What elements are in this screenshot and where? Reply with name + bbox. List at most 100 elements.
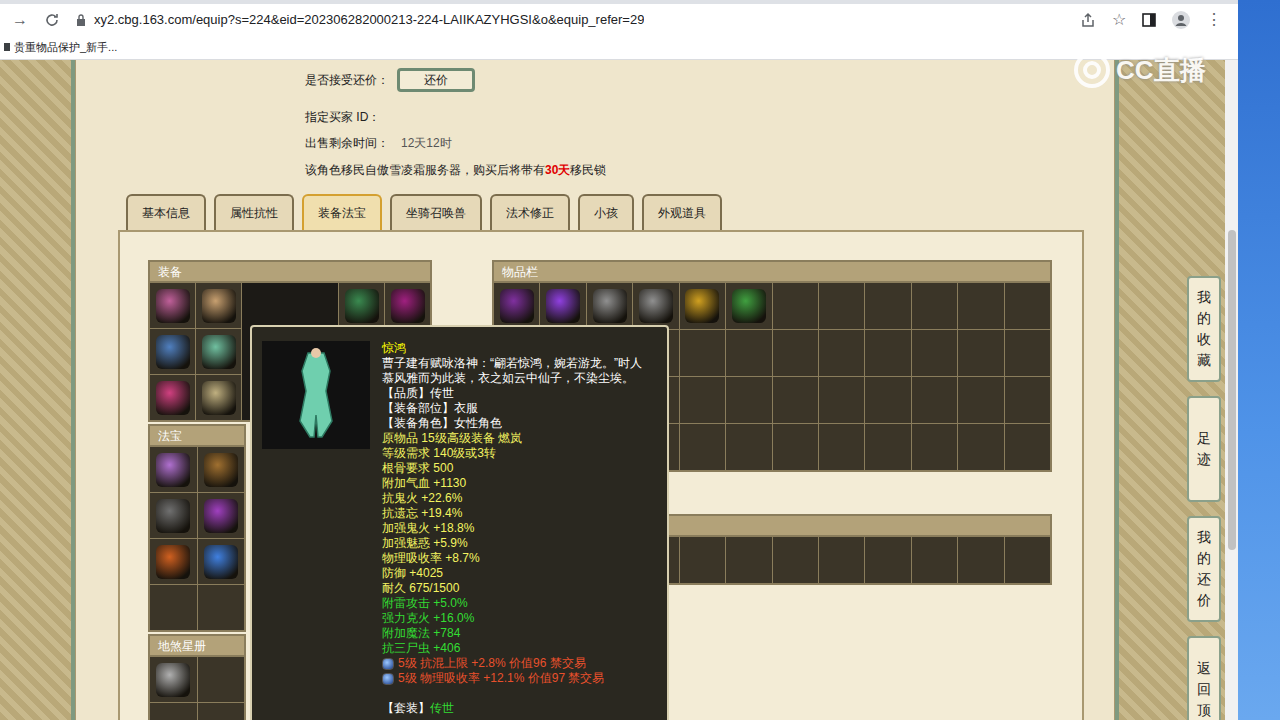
- tab[interactable]: 法术修正: [490, 194, 570, 230]
- item-slot: [150, 703, 197, 720]
- tab[interactable]: 外观道具: [642, 194, 722, 230]
- item-slot: [773, 377, 818, 423]
- item-slot[interactable]: [150, 329, 195, 374]
- tooltip-line: 附雷攻击 +5.0%: [382, 596, 642, 611]
- side-button[interactable]: 返回顶: [1187, 636, 1221, 720]
- item-icon: [204, 453, 238, 487]
- side-button[interactable]: 我的还价: [1187, 516, 1221, 622]
- reload-icon[interactable]: [44, 12, 60, 28]
- tooltip-line: 强力克火 +16.0%: [382, 611, 642, 626]
- item-slot[interactable]: [196, 283, 241, 328]
- item-slot[interactable]: [339, 283, 384, 328]
- item-icon: [202, 289, 236, 323]
- item-slot[interactable]: [494, 283, 539, 329]
- tooltip-line: 【装备角色】女性角色: [382, 416, 642, 431]
- item-slot: [198, 657, 245, 702]
- tooltip-line: 5级 抗混上限 +2.8% 价值96 禁交易: [382, 656, 642, 671]
- star-icon[interactable]: ☆: [1112, 8, 1126, 32]
- item-icon: [156, 663, 190, 697]
- forward-icon[interactable]: →: [12, 8, 28, 32]
- item-slot: [865, 283, 910, 329]
- item-slot[interactable]: [587, 283, 632, 329]
- item-slot[interactable]: [198, 539, 245, 584]
- item-slot[interactable]: [196, 329, 241, 374]
- item-slot: [912, 283, 957, 329]
- bookmark[interactable]: 贵重物品保护_新手...: [4, 39, 117, 56]
- share-icon[interactable]: [1080, 12, 1096, 28]
- item-slot[interactable]: [198, 493, 245, 538]
- profile-icon[interactable]: [1172, 11, 1190, 29]
- item-slot: [819, 377, 864, 423]
- tooltip-line: 慕风雅而为此装，衣之如云中仙子，不染尘埃。: [382, 371, 642, 386]
- item-slot: [680, 330, 725, 376]
- scrollbar-thumb[interactable]: [1228, 230, 1236, 550]
- item-slot: [958, 537, 1003, 583]
- page: 是否接受还价：还价指定买家 ID：出售剩余时间：12天12时该角色移民自傲雪凌霜…: [0, 60, 1238, 720]
- tab[interactable]: 小孩: [578, 194, 634, 230]
- item-icon: [685, 289, 719, 323]
- panel-header: 物品栏: [493, 261, 1051, 282]
- item-icon: [202, 335, 236, 369]
- item-slot: [726, 330, 771, 376]
- item-slot[interactable]: [198, 447, 245, 492]
- item-tooltip: 惊鸿曹子建有赋咏洛神：“翩若惊鸿，婉若游龙。”时人慕风雅而为此装，衣之如云中仙子…: [250, 325, 669, 720]
- tab[interactable]: 基本信息: [126, 194, 206, 230]
- bargain-button[interactable]: 还价: [397, 68, 475, 92]
- fabao-grid: [149, 446, 245, 631]
- item-slot: [726, 424, 771, 470]
- item-slot[interactable]: [150, 493, 197, 538]
- item-slot: [819, 283, 864, 329]
- item-icon: [593, 289, 627, 323]
- tab[interactable]: 属性抗性: [214, 194, 294, 230]
- item-icon: [156, 499, 190, 533]
- panel-header: 装备: [149, 261, 431, 282]
- item-slot[interactable]: [196, 375, 241, 420]
- item-slot: [958, 424, 1003, 470]
- tooltip-line: 附加气血 +1130: [382, 476, 642, 491]
- item-slot: [726, 537, 771, 583]
- folder-icon: [4, 43, 10, 51]
- side-button[interactable]: 我的收藏: [1187, 276, 1221, 382]
- item-slot[interactable]: [150, 539, 197, 584]
- tab[interactable]: 坐骑召唤兽: [390, 194, 482, 230]
- item-slot[interactable]: [680, 283, 725, 329]
- url-text: xy2.cbg.163.com/equip?s=224&eid=20230628…: [94, 10, 644, 30]
- item-slot[interactable]: [150, 283, 195, 328]
- item-slot: [912, 537, 957, 583]
- scrollbar[interactable]: [1225, 60, 1238, 720]
- item-slot: [1005, 330, 1050, 376]
- watermark: CC直播: [1072, 50, 1206, 90]
- tooltip-set: 【套装】传世: [382, 701, 642, 716]
- item-slot[interactable]: [633, 283, 678, 329]
- item-slot: [680, 424, 725, 470]
- side-button[interactable]: 足迹: [1187, 396, 1221, 502]
- panel-header: 法宝: [149, 425, 245, 446]
- item-icon: [500, 289, 534, 323]
- item-slot[interactable]: [150, 657, 197, 702]
- item-slot[interactable]: [385, 283, 430, 328]
- item-slot: [865, 424, 910, 470]
- tooltip-line: 物理吸收率 +8.7%: [382, 551, 642, 566]
- item-slot[interactable]: [150, 447, 197, 492]
- item-image: [262, 341, 370, 449]
- item-icon: [156, 545, 190, 579]
- item-slot: [865, 377, 910, 423]
- left-border: [0, 60, 75, 720]
- address-field[interactable]: xy2.cbg.163.com/equip?s=224&eid=20230628…: [76, 10, 1064, 30]
- item-slot[interactable]: [150, 375, 195, 420]
- desktop: [1238, 0, 1280, 720]
- item-slot[interactable]: [540, 283, 585, 329]
- time-label: 出售剩余时间：: [305, 134, 389, 153]
- menu-icon[interactable]: ⋮: [1206, 8, 1226, 32]
- buyer-row: 指定买家 ID：: [305, 94, 1114, 126]
- item-slot: [865, 537, 910, 583]
- panel-header: 地煞星册: [149, 635, 245, 656]
- item-icon: [391, 289, 425, 323]
- gem-icon: [382, 673, 394, 685]
- bookmark-bar: 贵重物品保护_新手...: [0, 35, 1238, 60]
- item-slot[interactable]: [726, 283, 771, 329]
- tooltip-text: 惊鸿曹子建有赋咏洛神：“翩若惊鸿，婉若游龙。”时人慕风雅而为此装，衣之如云中仙子…: [382, 341, 642, 720]
- sidebar-icon[interactable]: [1142, 13, 1156, 27]
- tab[interactable]: 装备法宝: [302, 194, 382, 230]
- item-slot: [1005, 424, 1050, 470]
